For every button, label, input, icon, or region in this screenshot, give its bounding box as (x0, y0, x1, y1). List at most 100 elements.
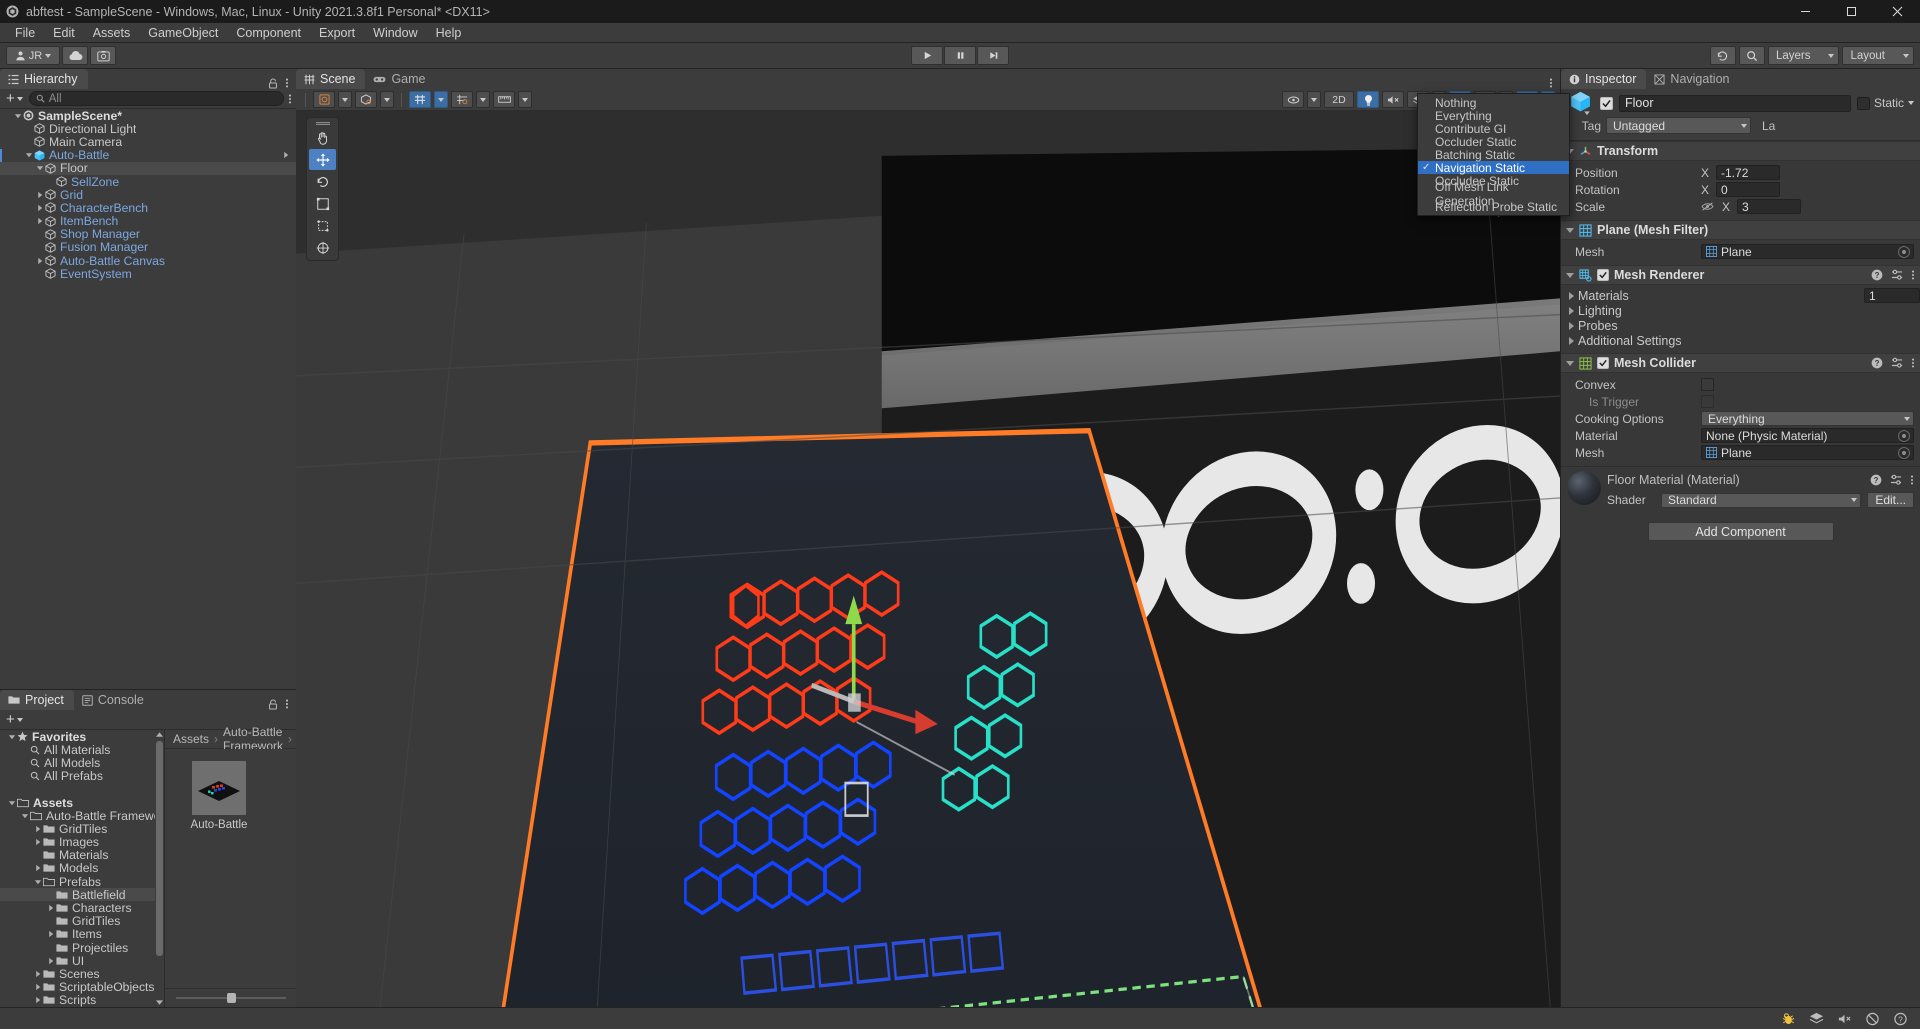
scale-tool-button[interactable] (309, 193, 336, 214)
expand-triangle-icon[interactable] (32, 838, 43, 846)
expand-triangle-icon[interactable] (1569, 336, 1574, 345)
static-menu-item-contribute-gi[interactable]: Contribute GI (1418, 122, 1569, 136)
static-menu-item-off-mesh-link-generation[interactable]: Off Mesh Link Generation (1418, 180, 1569, 208)
static-checkbox[interactable] (1856, 96, 1870, 110)
project-tree-scroll-thumb[interactable] (156, 741, 163, 956)
play-button[interactable] (911, 46, 943, 65)
static-menu-item-navigation-static[interactable]: ✓ Navigation Static (1418, 161, 1569, 175)
search-button[interactable] (1738, 46, 1765, 65)
gameobject-enabled-checkbox[interactable] (1600, 96, 1613, 110)
help-icon[interactable]: ? (1871, 357, 1883, 369)
asset-grid[interactable]: Auto-Battle (165, 749, 296, 988)
project-tree-item-battlefield[interactable]: Battlefield (0, 888, 164, 902)
project-tree-item-materials[interactable]: Materials (0, 848, 164, 862)
rect-tool-button[interactable] (309, 215, 336, 236)
collapse-triangle-icon[interactable] (1566, 360, 1574, 366)
ruler-button[interactable] (493, 91, 515, 108)
cloud-button[interactable] (62, 46, 88, 65)
asset-item[interactable]: Auto-Battle (187, 761, 251, 831)
expand-triangle-icon[interactable] (23, 151, 34, 159)
shading-mode-button[interactable] (313, 91, 335, 108)
expand-triangle-icon[interactable] (32, 825, 43, 833)
project-tree-item-projectiles[interactable]: Projectiles (0, 941, 164, 955)
tab-inspector[interactable]: Inspector (1561, 69, 1647, 89)
shading-toggle-dropdown[interactable] (1307, 91, 1321, 108)
account-button[interactable]: JR (6, 46, 60, 65)
menu-component[interactable]: Component (227, 23, 310, 43)
expand-triangle-icon[interactable] (34, 217, 45, 225)
gameobject-icon[interactable] (1567, 90, 1594, 117)
asset-zoom-slider[interactable] (176, 993, 286, 1003)
snap-dropdown[interactable] (476, 91, 490, 108)
tab-navigation[interactable]: Navigation (1646, 69, 1739, 89)
expand-triangle-icon[interactable] (19, 812, 30, 820)
hierarchy-item-grid[interactable]: Grid (0, 188, 296, 202)
pause-button[interactable] (944, 46, 976, 65)
shading-mode-dropdown[interactable] (338, 91, 352, 108)
hierarchy-item-eventsystem[interactable]: EventSystem (0, 267, 296, 281)
menu-export[interactable]: Export (310, 23, 364, 43)
menu-assets[interactable]: Assets (84, 23, 140, 43)
expand-triangle-icon[interactable] (1569, 306, 1574, 315)
static-menu-item-everything[interactable]: Everything (1418, 109, 1569, 123)
close-button[interactable] (1874, 0, 1920, 23)
project-tree-item-assets[interactable]: Assets (0, 796, 164, 810)
mesh-renderer-section-lighting[interactable]: Lighting (1561, 303, 1920, 318)
grid-visibility-button[interactable] (409, 91, 431, 108)
layers-icon[interactable] (1809, 1012, 1824, 1025)
component-menu-icon[interactable] (1911, 269, 1915, 281)
expand-triangle-icon[interactable] (34, 164, 45, 172)
component-header-transform[interactable]: Transform (1561, 141, 1920, 161)
project-add-button[interactable]: + (4, 712, 25, 727)
tag-dropdown[interactable]: Untagged (1606, 117, 1751, 134)
object-picker-icon[interactable] (1898, 245, 1910, 258)
tab-game[interactable]: Game (365, 69, 435, 89)
menu-help[interactable]: Help (427, 23, 471, 43)
menu-gameobject[interactable]: GameObject (139, 23, 227, 43)
component-header-mesh-collider[interactable]: Mesh Collider ? (1561, 353, 1920, 373)
project-tree-item-gridtiles[interactable]: GridTiles (0, 822, 164, 836)
object-picker-icon[interactable] (1898, 429, 1910, 442)
static-dropdown-menu[interactable]: Nothing Everything Contribute GI Occluder S… (1417, 93, 1570, 216)
expand-triangle-icon[interactable] (45, 930, 56, 938)
snap-button[interactable] (451, 91, 473, 108)
project-tree-item-scriptableobjects[interactable]: ScriptableObjects (0, 980, 164, 994)
expand-triangle-icon[interactable] (45, 957, 56, 965)
clear-icon[interactable] (1865, 1012, 1880, 1026)
project-folder-tree[interactable]: Favorites All Materials All Models All Pref… (0, 730, 165, 1007)
project-tree-item-prefabs[interactable]: Prefabs (0, 875, 164, 889)
draw-mode-button[interactable] (355, 91, 377, 108)
scale-x-input[interactable]: 3 (1737, 199, 1802, 214)
zoom-slider-track[interactable] (176, 993, 286, 1003)
mesh-renderer-enabled-checkbox[interactable] (1597, 269, 1609, 281)
mesh-renderer-section-materials[interactable]: Materials 1 (1561, 288, 1920, 303)
maximize-button[interactable] (1828, 0, 1874, 23)
minimize-button[interactable] (1782, 0, 1828, 23)
expand-triangle-icon[interactable] (6, 733, 17, 741)
breadcrumb[interactable]: Assets›Auto-Battle Framework›Prefabs›Bat… (165, 725, 410, 753)
scroll-up-arrow[interactable] (155, 730, 164, 739)
shader-dropdown[interactable]: Standard (1661, 492, 1862, 508)
hand-tool-button[interactable] (309, 127, 336, 148)
draw-mode-dropdown[interactable] (380, 91, 394, 108)
materials-count-input[interactable]: 1 (1864, 288, 1920, 303)
bug-icon[interactable] (1781, 1012, 1796, 1026)
layers-dropdown[interactable]: Layers (1767, 46, 1840, 65)
prefab-open-arrow-icon[interactable] (282, 151, 296, 159)
component-menu-icon[interactable] (1910, 474, 1914, 486)
lock-icon[interactable] (268, 698, 278, 710)
collapse-triangle-icon[interactable] (1566, 272, 1574, 278)
mesh-renderer-section-additional-settings[interactable]: Additional Settings (1561, 333, 1920, 348)
help-icon[interactable]: ? (1893, 1012, 1908, 1026)
collider-mesh-field[interactable]: Plane (1701, 445, 1914, 460)
2d-toggle-button[interactable]: 2D (1324, 91, 1354, 108)
expand-triangle-icon[interactable] (1569, 291, 1574, 300)
scene-tools-palette[interactable] (306, 117, 339, 261)
component-header-mesh-filter[interactable]: Plane (Mesh Filter) (1561, 220, 1920, 240)
project-tree-item-ui[interactable]: UI (0, 954, 164, 968)
chevron-down-icon[interactable] (1908, 101, 1914, 105)
component-menu-icon[interactable] (1911, 357, 1915, 369)
audio-toggle-button[interactable] (1382, 91, 1404, 108)
hierarchy-item-sellzone[interactable]: SellZone (0, 175, 296, 189)
rotate-tool-button[interactable] (309, 171, 336, 192)
